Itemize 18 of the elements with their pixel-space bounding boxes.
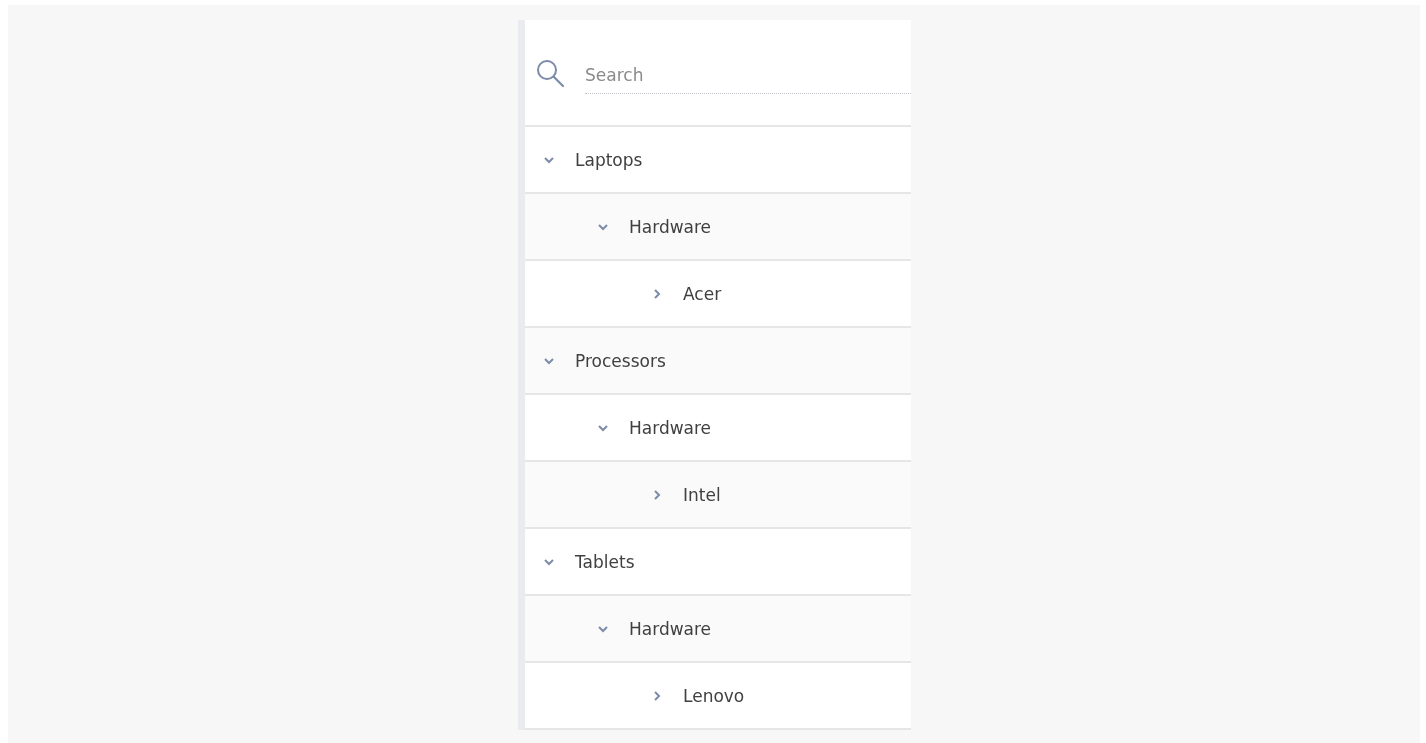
search-icon bbox=[535, 57, 565, 88]
chevron-right-icon[interactable] bbox=[651, 287, 663, 300]
tree-label: Laptops bbox=[575, 149, 643, 170]
tree-row[interactable]: Hardware bbox=[525, 596, 911, 663]
chevron-right-icon[interactable] bbox=[651, 488, 663, 501]
tree-label: Processors bbox=[575, 350, 666, 371]
tree-label: Hardware bbox=[629, 618, 712, 639]
tree-label: Hardware bbox=[629, 216, 712, 237]
tree-label: Hardware bbox=[629, 417, 712, 438]
search-field[interactable]: Search bbox=[585, 57, 911, 94]
tree-label: Acer bbox=[683, 283, 722, 304]
tree-label: Intel bbox=[683, 484, 721, 505]
tree-row[interactable]: Processors bbox=[525, 328, 911, 395]
tree-label: Tablets bbox=[575, 551, 635, 572]
chevron-right-icon[interactable] bbox=[651, 689, 663, 702]
tree-label: Lenovo bbox=[683, 685, 745, 706]
tree-row[interactable]: Hardware bbox=[525, 194, 911, 261]
tree-row[interactable]: Intel bbox=[525, 462, 911, 529]
